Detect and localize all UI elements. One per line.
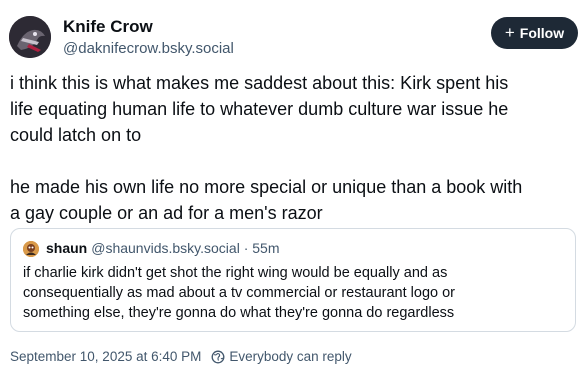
quote-header: shaun @shaunvids.bsky.social · 55m: [46, 240, 280, 256]
reply-setting[interactable]: Everybody can reply: [211, 349, 352, 364]
quote-author-handle: @shaunvids.bsky.social: [91, 240, 240, 256]
reply-setting-label: Everybody can reply: [229, 349, 352, 364]
post-line: life equating human life to whatever dum…: [10, 99, 509, 119]
plus-icon: +: [504, 23, 515, 42]
post-timestamp[interactable]: September 10, 2025 at 6:40 PM: [10, 349, 201, 364]
quote-line: consequentially as mad about a tv commer…: [23, 285, 455, 301]
post-card: Knife Crow @daknifecrow.bsky.social + Fo…: [0, 0, 586, 369]
author-handle[interactable]: @daknifecrow.bsky.social: [63, 40, 234, 57]
quote-line: something else, they're gonna do what th…: [23, 305, 455, 321]
quote-body: if charlie kirk didn't get shot the righ…: [23, 263, 563, 323]
post-footer: September 10, 2025 at 6:40 PM Everybody …: [10, 349, 352, 364]
post-line: a gay couple or an ad for a men's razor: [10, 203, 323, 223]
quote-author-avatar: [23, 241, 39, 257]
quote-author-name: shaun: [46, 240, 88, 256]
author-display-name[interactable]: Knife Crow: [63, 17, 153, 37]
globe-icon: [211, 350, 225, 363]
post-line: could latch on to: [10, 125, 142, 145]
quote-line: if charlie kirk didn't get shot the righ…: [23, 265, 448, 281]
crow-avatar-icon: [9, 16, 51, 58]
quote-timestamp: · 55m: [239, 240, 280, 256]
author-avatar[interactable]: [9, 16, 51, 58]
post-line: i think this is what makes me saddest ab…: [10, 73, 509, 93]
post-line: he made his own life no more special or …: [10, 177, 523, 197]
follow-label: Follow: [519, 25, 565, 41]
post-body: i think this is what makes me saddest ab…: [10, 70, 580, 226]
quoted-post[interactable]: shaun @shaunvids.bsky.social · 55m if cha…: [10, 228, 576, 332]
follow-button[interactable]: + Follow: [491, 17, 578, 49]
shaun-avatar-icon: [23, 241, 39, 257]
